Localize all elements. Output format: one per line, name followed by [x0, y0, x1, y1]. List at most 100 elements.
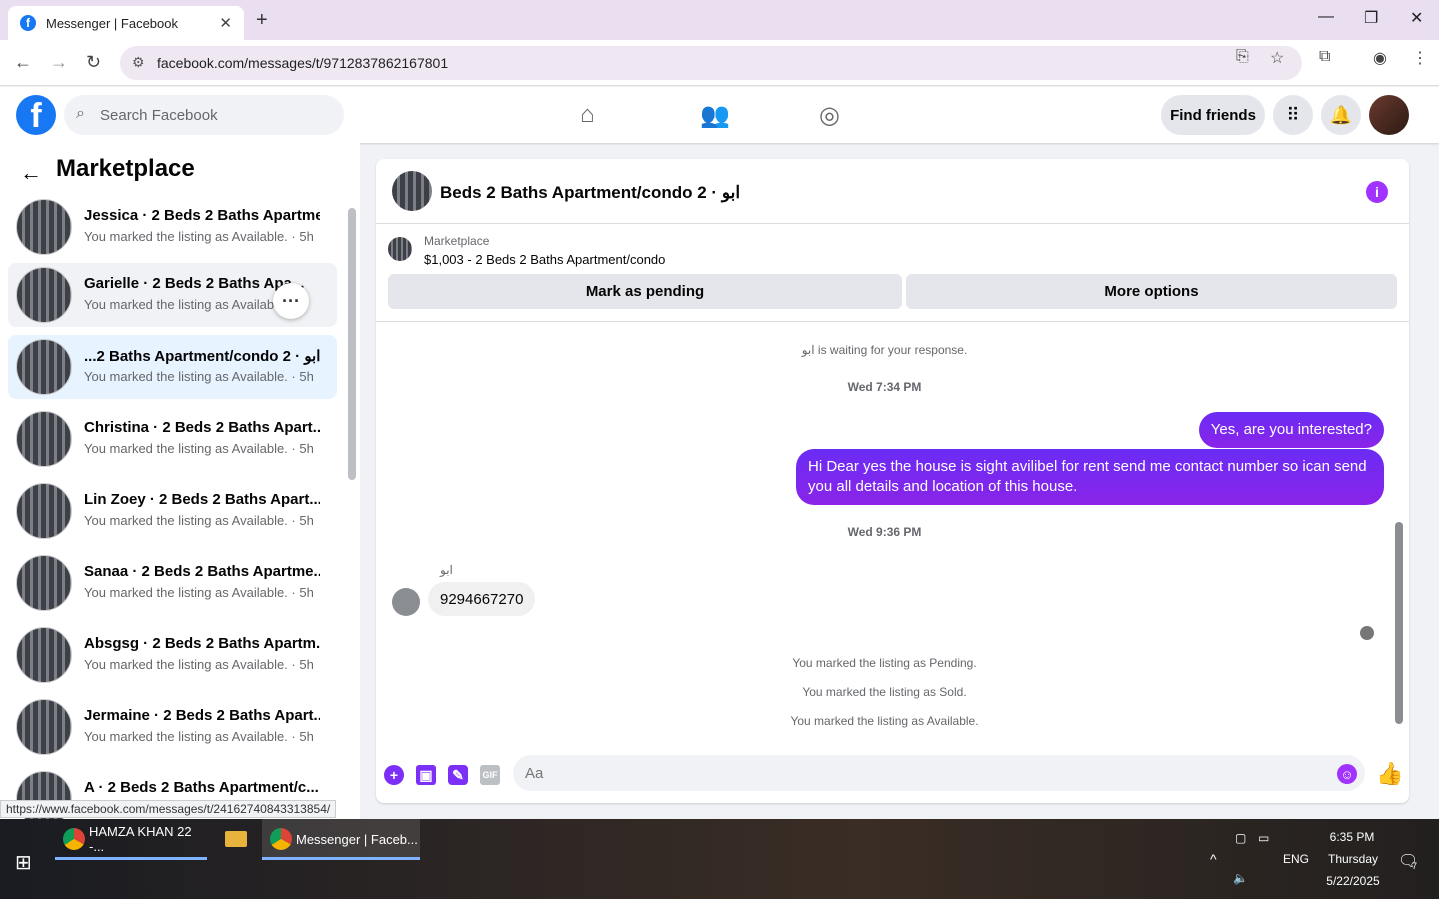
conversation-name: Lin Zoey · 2 Beds 2 Baths Apart... [84, 491, 320, 508]
listing-description[interactable]: $1,003 - 2 Beds 2 Baths Apartment/condo [424, 252, 665, 267]
conversation-item[interactable]: Lin Zoey · 2 Beds 2 Baths Apart... You m… [8, 479, 337, 543]
conversation-options-button[interactable]: ··· [273, 283, 309, 319]
more-options-button[interactable]: More options [906, 274, 1397, 309]
clock-day: Thursday [1327, 852, 1379, 866]
marketplace-sidebar: ← Marketplace Jessica · 2 Beds 2 Baths A… [0, 143, 360, 819]
windows-taskbar: ⊞ HAMZA KHAN 22 -... Messenger | Faceb..… [0, 819, 1439, 899]
back-icon[interactable]: ← [14, 52, 32, 73]
taskbar-chrome-window[interactable]: HAMZA KHAN 22 -... [55, 819, 207, 859]
message-composer: + ▣ ✎ GIF ☺ 👍 [376, 749, 1409, 803]
conversation-item-selected[interactable]: ...2 Baths Apartment/condo 2 · ابو You m… [8, 335, 337, 399]
conversation-name: ...2 Baths Apartment/condo 2 · ابو [84, 348, 320, 365]
taskbar-messenger-window[interactable]: Messenger | Faceb... [262, 819, 420, 859]
search-placeholder: Search Facebook [100, 106, 218, 124]
network-icon[interactable]: ▭ [1258, 831, 1269, 845]
photo-icon[interactable]: ▣ [416, 765, 436, 785]
conversation-name: Absgsg · 2 Beds 2 Baths Apartm... [84, 635, 320, 652]
windows-start-icon[interactable]: ⊞ [15, 850, 32, 875]
menu-grid-icon[interactable]: ⠿ [1273, 95, 1313, 135]
listing-source: Marketplace [424, 234, 490, 248]
conversation-name: A · 2 Beds 2 Baths Apartment/c... [84, 779, 319, 796]
status-bar-url: https://www.facebook.com/messages/t/2416… [0, 800, 337, 818]
conversation-preview: You marked the listing as Available. · 5… [84, 229, 314, 244]
friends-icon[interactable]: 👥 [700, 101, 730, 130]
forward-icon[interactable]: → [50, 52, 68, 73]
close-window-icon[interactable]: ✕ [1410, 8, 1423, 28]
conversation-item[interactable]: Absgsg · 2 Beds 2 Baths Apartm... You ma… [8, 623, 337, 687]
chat-title[interactable]: Beds 2 Baths Apartment/condo 2 · ابو [440, 183, 740, 203]
system-message: You marked the listing as Sold. [802, 685, 967, 699]
bookmark-star-icon[interactable]: ☆ [1270, 48, 1284, 68]
info-icon[interactable]: i [1366, 181, 1388, 203]
outgoing-message[interactable]: Hi Dear yes the house is sight avilibel … [796, 449, 1384, 505]
meet-now-icon[interactable]: ▢ [1235, 831, 1246, 845]
conversation-preview: You marked the listing as Available. · 5… [84, 513, 314, 528]
close-tab-icon[interactable]: ✕ [219, 14, 232, 32]
sender-name: ابو [440, 563, 453, 577]
message-scrollbar[interactable] [1395, 522, 1403, 724]
new-tab-icon[interactable]: + [256, 9, 268, 32]
address-bar-row: ← → ↻ ⚙ facebook.com/messages/t/97128378… [0, 40, 1439, 86]
home-icon[interactable]: ⌂ [580, 101, 595, 129]
install-app-icon[interactable]: ⎘ [1236, 48, 1249, 66]
volume-icon[interactable]: 🔈 [1233, 871, 1248, 885]
chat-avatar[interactable] [392, 171, 432, 211]
active-indicator [262, 857, 420, 860]
listing-thumbnail [16, 627, 72, 683]
conversation-item[interactable]: Jermaine · 2 Beds 2 Baths Apart... You m… [8, 695, 337, 759]
url-bar[interactable]: ⚙ facebook.com/messages/t/97128378621678… [120, 46, 1302, 80]
conversation-name: Jermaine · 2 Beds 2 Baths Apart... [84, 707, 320, 724]
minimize-icon[interactable]: — [1318, 8, 1334, 26]
search-icon: ⌕ [76, 105, 85, 122]
gif-icon[interactable]: GIF [480, 765, 500, 785]
chat-panel: Beds 2 Baths Apartment/condo 2 · ابو i M… [376, 159, 1409, 803]
account-avatar[interactable] [1369, 95, 1409, 135]
sidebar-scrollbar[interactable] [348, 208, 356, 480]
menu-kebab-icon[interactable]: ⋮ [1412, 48, 1428, 68]
outgoing-message[interactable]: Yes, are you interested? [1198, 412, 1384, 448]
emoji-icon[interactable]: ☺ [1337, 764, 1357, 784]
chat-header: Beds 2 Baths Apartment/condo 2 · ابو i [376, 159, 1409, 224]
maximize-icon[interactable]: ❐ [1364, 8, 1378, 28]
conversation-preview: You marked the listing as Available. · 5… [84, 657, 314, 672]
clock-time[interactable]: 6:35 PM [1322, 830, 1382, 844]
search-input[interactable]: ⌕ Search Facebook [64, 95, 344, 135]
message-input[interactable] [513, 755, 1365, 791]
back-arrow-icon[interactable]: ← [20, 160, 42, 186]
sidebar-title: Marketplace [56, 155, 195, 182]
sticker-icon[interactable]: ✎ [448, 765, 468, 785]
file-explorer-icon[interactable] [225, 831, 247, 847]
show-hidden-icons-chevron-icon[interactable]: ^ [1210, 851, 1217, 867]
listing-thumbnail [16, 411, 72, 467]
site-settings-icon[interactable]: ⚙ [132, 54, 145, 71]
notifications-bell-icon[interactable]: 🔔 [1321, 95, 1361, 135]
incoming-message[interactable]: 9294667270 [428, 582, 536, 616]
cast-icon[interactable]: ⧉ [1319, 48, 1330, 66]
sender-avatar[interactable] [392, 588, 420, 616]
timestamp: Wed 9:36 PM [847, 525, 922, 539]
chrome-icon [63, 828, 85, 850]
profile-icon[interactable]: ◉ [1373, 48, 1387, 68]
facebook-logo-icon[interactable]: f [16, 95, 56, 135]
active-indicator [55, 857, 207, 860]
mark-as-pending-button[interactable]: Mark as pending [388, 274, 902, 309]
listing-thumbnail [16, 199, 72, 255]
conversation-item[interactable]: Jessica · 2 Beds 2 Baths Apartme... You … [8, 195, 337, 259]
listing-thumbnail [16, 699, 72, 755]
conversation-preview: You marked the listing as Availab [84, 297, 275, 312]
listing-thumbnail [16, 483, 72, 539]
conversation-preview: You marked the listing as Available. · 5… [84, 585, 314, 600]
conversation-item[interactable]: Christina · 2 Beds 2 Baths Apart... You … [8, 407, 337, 471]
groups-icon[interactable]: ◎ [819, 101, 840, 130]
browser-tab[interactable]: f Messenger | Facebook ✕ [8, 6, 244, 40]
like-thumbs-up-icon[interactable]: 👍 [1376, 761, 1403, 787]
browser-tab-bar: f Messenger | Facebook ✕ + — ❐ ✕ [0, 0, 1439, 40]
find-friends-button[interactable]: Find friends [1161, 95, 1265, 135]
add-attachment-icon[interactable]: + [384, 765, 404, 785]
language-indicator[interactable]: ENG [1283, 852, 1309, 866]
system-message: You marked the listing as Pending. [792, 656, 977, 670]
tab-title: Messenger | Facebook [46, 15, 178, 31]
waiting-notice: ابو is waiting for your response. [801, 343, 968, 357]
reload-icon[interactable]: ↻ [86, 52, 101, 73]
conversation-item[interactable]: Sanaa · 2 Beds 2 Baths Apartme... You ma… [8, 551, 337, 615]
